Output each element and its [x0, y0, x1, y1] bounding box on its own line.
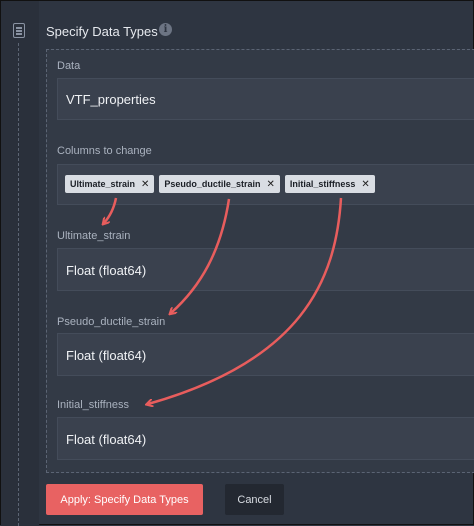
type-select-value: Float (float64)	[66, 432, 147, 447]
apply-button[interactable]: Apply: Specify Data Types	[46, 484, 203, 515]
type-label-initial-stiffness: Initial_stiffness	[57, 399, 129, 411]
step-title: Specify Data Types	[46, 24, 158, 39]
column-tag: Initial_stiffness ✕	[284, 175, 375, 193]
column-tag: Ultimate_strain ✕	[65, 175, 155, 193]
columns-tag-list: Ultimate_strain ✕ Pseudo_ductile_strain …	[65, 175, 375, 193]
data-select[interactable]: VTF_properties	[57, 78, 474, 120]
remove-tag-icon[interactable]: ✕	[141, 179, 149, 190]
app-frame: Specify Data Types i Data VTF_properties…	[0, 0, 474, 526]
document-icon	[13, 23, 25, 38]
type-select-initial-stiffness[interactable]: Float (float64)	[57, 417, 474, 460]
data-label: Data	[57, 60, 81, 72]
columns-label: Columns to change	[57, 145, 152, 157]
column-tag-label: Pseudo_ductile_strain	[164, 179, 261, 189]
cancel-button[interactable]: Cancel	[225, 484, 284, 515]
step-connector-line	[18, 43, 19, 526]
info-icon[interactable]: i	[159, 23, 172, 36]
column-tag-label: Ultimate_strain	[70, 179, 136, 189]
step-rail	[1, 1, 39, 526]
data-select-value: VTF_properties	[66, 92, 156, 107]
remove-tag-icon[interactable]: ✕	[361, 179, 369, 190]
type-select-value: Float (float64)	[66, 263, 147, 278]
type-label-ultimate-strain: Ultimate_strain	[57, 230, 131, 242]
type-select-value: Float (float64)	[66, 348, 147, 363]
column-tag: Pseudo_ductile_strain ✕	[159, 175, 280, 193]
type-select-ultimate-strain[interactable]: Float (float64)	[57, 248, 474, 291]
remove-tag-icon[interactable]: ✕	[266, 179, 274, 190]
type-select-pseudo-ductile-strain[interactable]: Float (float64)	[57, 333, 474, 376]
column-tag-label: Initial_stiffness	[289, 179, 356, 189]
type-label-pseudo-ductile-strain: Pseudo_ductile_strain	[57, 316, 166, 328]
